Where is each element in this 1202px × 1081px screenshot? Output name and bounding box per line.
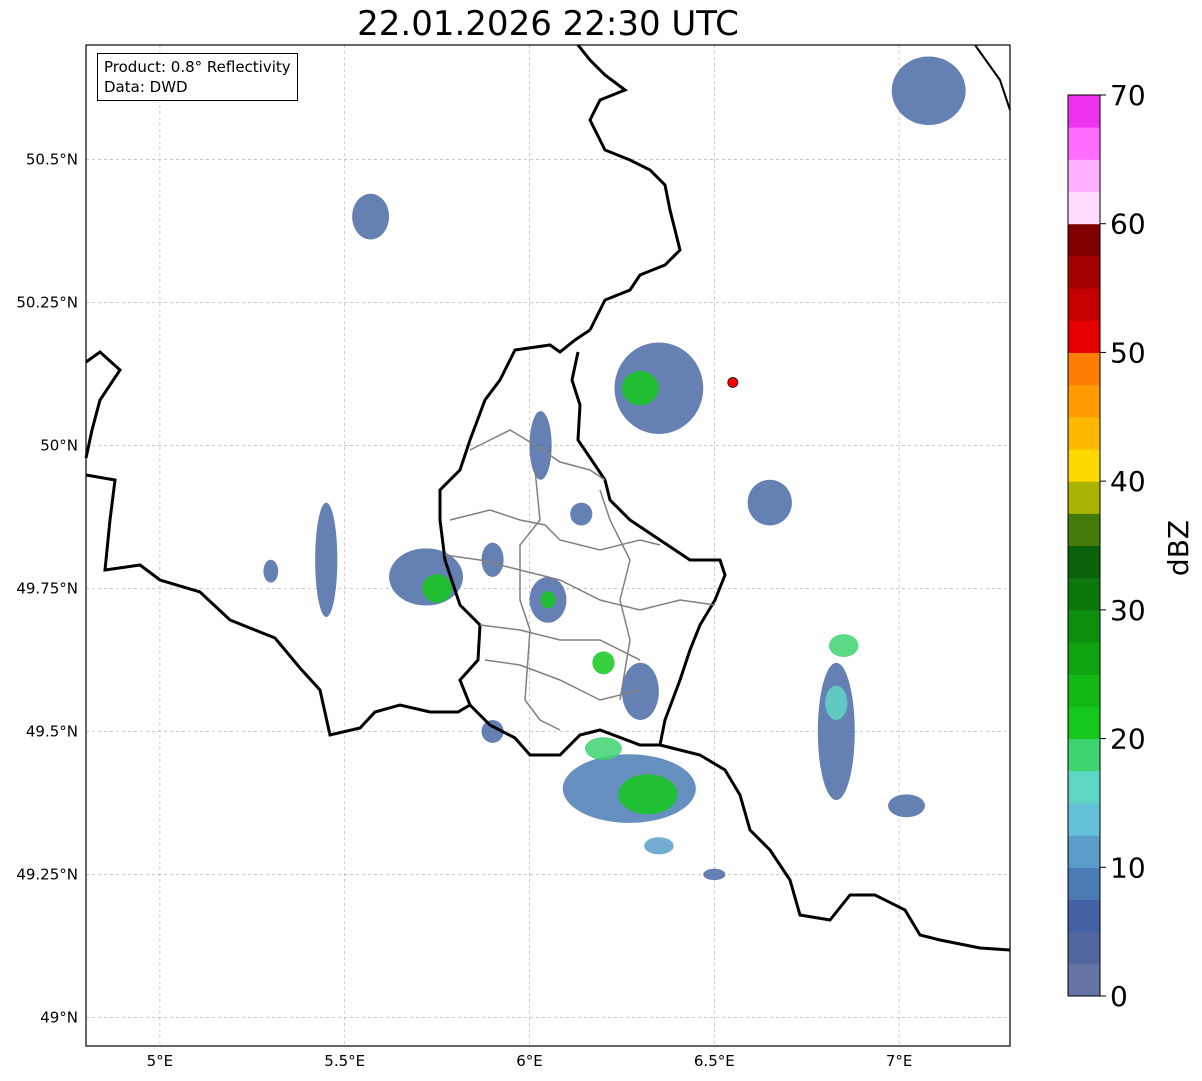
lat-tick-label: 49°N [40, 1008, 78, 1026]
colorbar-tick-label: 50 [1110, 336, 1146, 369]
radar-echo [703, 868, 726, 881]
radar-echoes [263, 56, 966, 881]
colorbar-segment [1068, 223, 1100, 257]
country-borders [84, 44, 1011, 952]
radar-echo [747, 479, 792, 526]
radar-echo [584, 737, 622, 760]
colorbar-tick-label: 30 [1110, 594, 1146, 627]
lat-tick-label: 49.75°N [16, 579, 78, 597]
radar-echo [825, 685, 848, 720]
radar-echo [621, 662, 659, 720]
colorbar-segment [1068, 95, 1100, 128]
colorbar-segment [1068, 481, 1100, 514]
district-borders [444, 429, 716, 731]
lon-tick-label: 7°E [886, 1052, 913, 1070]
radar-echo [422, 574, 452, 603]
lon-tick-label: 5°E [147, 1052, 174, 1070]
colorbar-segment [1068, 577, 1100, 611]
colorbar-segment [1068, 770, 1100, 804]
radar-echo [570, 502, 593, 526]
data-source-label: Data: DWD [104, 78, 188, 96]
colorbar-segment [1068, 191, 1100, 225]
radar-echo [828, 634, 859, 658]
colorbar-tick-label: 20 [1110, 723, 1146, 756]
radar-echo [529, 411, 552, 480]
lon-tick-label: 6.5°E [694, 1052, 735, 1070]
radar-echo [888, 794, 925, 818]
colorbar-segment [1068, 384, 1100, 418]
colorbar: 0 10 20 30 40 50 60 70 [1067, 79, 1146, 1013]
lat-tick-label: 50.5°N [26, 150, 78, 168]
colorbar-segment [1068, 320, 1100, 353]
radar-echo [315, 502, 338, 617]
lon-tick-label: 5.5°E [324, 1052, 365, 1070]
radar-echo [621, 371, 659, 406]
colorbar-segment [1068, 513, 1100, 546]
border-germany-northeast [974, 44, 1011, 111]
colorbar-segment [1068, 642, 1100, 675]
radar-site-layer [727, 377, 739, 388]
radar-map: 5°E 5.5°E 6°E 6.5°E 7°E 49°N 49.25°N 49.5°N 49.7… [16, 44, 1195, 1070]
radar-echo [481, 542, 504, 577]
colorbar-unit-label: dBZ [1162, 520, 1195, 576]
radar-site-marker [727, 377, 739, 388]
lat-tick-label: 50°N [40, 436, 78, 454]
colorbar-segment [1068, 609, 1100, 643]
lon-tick-label: 6°E [516, 1052, 543, 1070]
radar-echo [644, 837, 674, 855]
lat-tick-label: 49.5°N [26, 722, 78, 740]
colorbar-segment [1068, 159, 1100, 193]
border-belgium-germany-north [84, 350, 122, 459]
radar-echo [352, 193, 390, 240]
colorbar-segment [1068, 255, 1100, 289]
radar-echo [618, 774, 678, 815]
radar-echo [592, 651, 615, 675]
border-belgium-france [85, 473, 471, 737]
product-label: Product: 0.8° Reflectivity [104, 58, 291, 76]
radar-echo [263, 559, 279, 583]
colorbar-segment [1068, 127, 1100, 160]
radar-echo [817, 662, 855, 801]
colorbar-tick-label: 60 [1110, 208, 1146, 241]
colorbar-segment [1068, 738, 1100, 772]
colorbar-segment [1068, 802, 1100, 836]
colorbar-segment [1068, 931, 1100, 965]
colorbar-tick-label: 40 [1110, 465, 1146, 498]
product-info-box: Product: 0.8° Reflectivity Data: DWD [97, 53, 298, 101]
colorbar-segment [1068, 867, 1100, 900]
radar-echo [540, 591, 556, 609]
colorbar-segment [1068, 545, 1100, 579]
lat-tick-label: 49.25°N [16, 865, 78, 883]
radar-echo [891, 56, 966, 126]
colorbar-segment [1068, 448, 1100, 482]
colorbar-segment [1068, 899, 1100, 933]
colorbar-segment [1068, 416, 1100, 450]
border-belgium-germany-east [576, 44, 682, 331]
colorbar-segment [1068, 706, 1100, 740]
lat-tick-label: 50.25°N [16, 293, 78, 311]
colorbar-segment [1068, 674, 1100, 707]
colorbar-tick-label: 70 [1110, 79, 1146, 112]
colorbar-segment [1068, 835, 1100, 868]
colorbar-tick-label: 10 [1110, 851, 1146, 884]
colorbar-segment [1068, 288, 1100, 321]
colorbar-segment [1068, 963, 1100, 997]
colorbar-segment [1068, 352, 1100, 386]
colorbar-tick-label: 0 [1110, 980, 1128, 1013]
